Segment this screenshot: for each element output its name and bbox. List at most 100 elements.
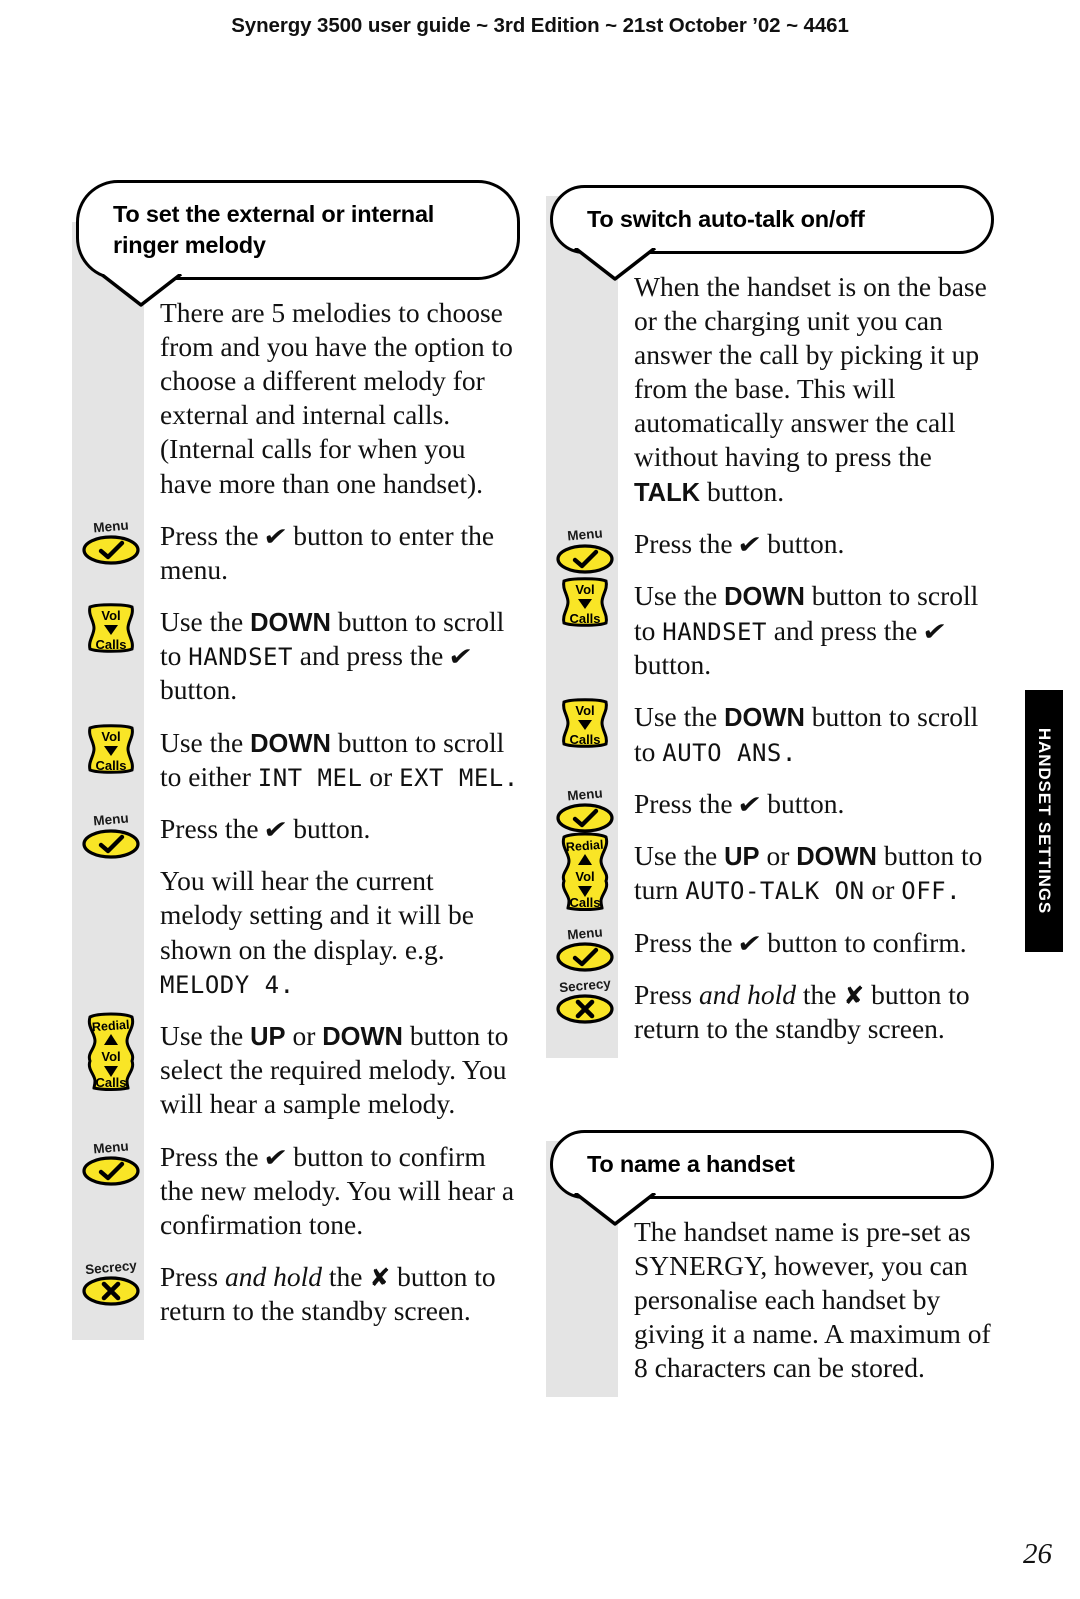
callout-tail	[573, 248, 657, 281]
svg-text:Vol: Vol	[101, 729, 120, 744]
instruction-step: Vol Calls Use the DOWN button to scroll to…	[562, 698, 994, 769]
step-text: Use the DOWN button to scroll to HANDSET…	[634, 580, 979, 680]
menu-key[interactable]: Menu	[72, 517, 150, 567]
secrecy-key-icon	[82, 1276, 140, 1306]
user-guide-page: Synergy 3500 user guide ~ 3rd Edition ~ …	[0, 0, 1080, 1599]
down-key[interactable]: Vol Calls	[546, 696, 624, 750]
up-down-key[interactable]: Redial Vol Calls	[72, 1011, 150, 1091]
instruction-step: Vol Calls Use the DOWN button to scroll to…	[562, 577, 994, 682]
svg-text:Calls: Calls	[95, 1075, 126, 1090]
svg-text:Calls: Calls	[95, 758, 126, 773]
instruction-step: Redial Vol Calls Use the UP or DOWN button …	[87, 1012, 520, 1122]
step-text: The handset name is pre-set as SYNERGY, …	[634, 1215, 991, 1384]
section-body: There are 5 melodies to choose from and …	[72, 280, 520, 1338]
menu-key[interactable]: Menu	[72, 1138, 150, 1188]
menu-key[interactable]: Menu	[546, 924, 624, 974]
section-body: When the handset is on the base or the c…	[546, 254, 994, 1056]
instruction-step: Menu Press the ✔ button.	[82, 811, 520, 859]
step-text: When the handset is on the base or the c…	[634, 271, 987, 507]
instruction-step: Redial Vol Calls Use the UP or DOWN button …	[561, 832, 994, 911]
down-key[interactable]: Vol Calls	[546, 575, 624, 629]
step-text: Press and hold the ✘ button to return to…	[160, 1260, 496, 1326]
step-text: Press the ✔ button to confirm.	[634, 926, 967, 958]
instruction-step: Menu Press the ✔ button to enter the menu…	[82, 517, 520, 587]
step-text: Use the DOWN button to scroll to either …	[160, 726, 519, 793]
svg-text:Redial: Redial	[566, 838, 604, 855]
up-down-key-icon: Redial Vol Calls	[561, 832, 609, 911]
running-header: Synergy 3500 user guide ~ 3rd Edition ~ …	[231, 14, 849, 37]
section-title-callout: To set the external or internal ringer m…	[76, 180, 520, 307]
svg-text:Calls: Calls	[569, 732, 600, 747]
step-text: Use the UP or DOWN button to select the …	[160, 1019, 509, 1120]
down-key-icon: Vol Calls	[88, 723, 134, 774]
menu-key[interactable]: Menu	[546, 785, 624, 835]
menu-key[interactable]: Menu	[72, 811, 150, 860]
down-key[interactable]: Vol Calls	[72, 601, 150, 655]
down-key-icon: Vol Calls	[562, 577, 608, 628]
instruction-step: The handset name is pre-set as SYNERGY, …	[634, 1215, 994, 1385]
svg-text:Vol: Vol	[575, 869, 594, 884]
section-title-callout: To switch auto-talk on/off	[550, 185, 994, 281]
secrecy-key[interactable]: Secrecy	[72, 1258, 150, 1308]
menu-key[interactable]: Menu	[546, 526, 624, 575]
section-name-handset: To name a handset The handset name is pre…	[546, 1129, 994, 1398]
section-body: The handset name is pre-set as SYNERGY, …	[546, 1199, 994, 1395]
section-title-callout: To name a handset	[550, 1129, 994, 1226]
section-ringer-melody: To set the external or internal ringer m…	[72, 180, 520, 1341]
callout-tail	[573, 1192, 657, 1226]
step-text: Press the ✔ button.	[634, 528, 845, 560]
step-text: Use the DOWN button to scroll to HANDSET…	[160, 605, 505, 706]
instruction-step: Vol Calls Use the DOWN button to scroll to…	[88, 723, 520, 795]
instruction-step: You will hear the current melody setting…	[160, 864, 520, 1000]
section-auto-talk: To switch auto-talk on/off When the hands…	[546, 185, 994, 1058]
up-down-key-icon: Redial Vol Calls	[87, 1012, 135, 1091]
instruction-step: Vol Calls Use the DOWN button to scroll to…	[88, 603, 520, 708]
step-text: Use the UP or DOWN button to turn AUTO-T…	[634, 839, 983, 906]
svg-text:Vol: Vol	[575, 703, 594, 718]
right-column: To switch auto-talk on/off When the hands…	[546, 185, 994, 1398]
down-key-icon: Vol Calls	[562, 698, 608, 748]
section-title: To set the external or internal ringer m…	[113, 201, 435, 259]
thumb-tab-label: HANDSET SETTINGS	[1035, 727, 1054, 915]
menu-key-icon	[82, 535, 140, 565]
step-text: There are 5 melodies to choose from and …	[160, 297, 513, 499]
secrecy-key-icon	[556, 994, 614, 1024]
down-key-icon: Vol Calls	[88, 603, 134, 653]
menu-key-icon	[82, 1156, 140, 1186]
step-text: You will hear the current melody setting…	[160, 865, 474, 999]
step-text: Press the ✔ button to confirm the new me…	[160, 1140, 515, 1240]
svg-text:Calls: Calls	[95, 637, 126, 652]
section-thumb-tab: HANDSET SETTINGS	[1025, 690, 1063, 952]
section-title: To switch auto-talk on/off	[587, 206, 865, 232]
menu-key-icon	[556, 942, 614, 972]
menu-key-icon	[556, 803, 614, 833]
svg-text:Vol: Vol	[575, 582, 594, 597]
instruction-step: Menu Press the ✔ button.	[556, 526, 994, 574]
step-text: Press and hold the ✘ button to return to…	[634, 978, 970, 1044]
secrecy-key[interactable]: Secrecy	[546, 975, 624, 1026]
step-text: Press the ✔ button.	[634, 787, 845, 819]
instruction-step: Menu Press the ✔ button to confirm the ne…	[82, 1138, 520, 1242]
section-title: To name a handset	[587, 1150, 795, 1177]
left-column: To set the external or internal ringer m…	[72, 180, 520, 1341]
down-key[interactable]: Vol Calls	[72, 722, 150, 776]
callout-tail	[99, 274, 183, 307]
page-number: 26	[1023, 1538, 1052, 1570]
step-text: Use the DOWN button to scroll to AUTO AN…	[634, 701, 979, 767]
step-text: Press the ✔ button.	[160, 813, 371, 845]
up-down-key[interactable]: Redial Vol Calls	[546, 831, 624, 911]
instruction-step: When the handset is on the base or the c…	[634, 270, 994, 509]
menu-key-icon	[556, 544, 614, 574]
svg-text:Calls: Calls	[569, 895, 600, 910]
instruction-step: Menu Press the ✔ button to confirm.	[556, 924, 994, 972]
instruction-step: Secrecy Press and hold the ✘ button to re…	[82, 1258, 520, 1328]
instruction-step: There are 5 melodies to choose from and …	[160, 296, 520, 501]
svg-text:Calls: Calls	[569, 611, 600, 626]
step-text: Press the ✔ button to enter the menu.	[160, 519, 495, 585]
svg-text:Redial: Redial	[92, 1017, 130, 1034]
svg-text:Vol: Vol	[101, 1049, 120, 1064]
menu-key-icon	[82, 829, 140, 859]
instruction-step: Secrecy Press and hold the ✘ button to re…	[556, 975, 994, 1046]
instruction-step: Menu Press the ✔ button.	[556, 785, 994, 833]
svg-text:Vol: Vol	[101, 608, 120, 623]
